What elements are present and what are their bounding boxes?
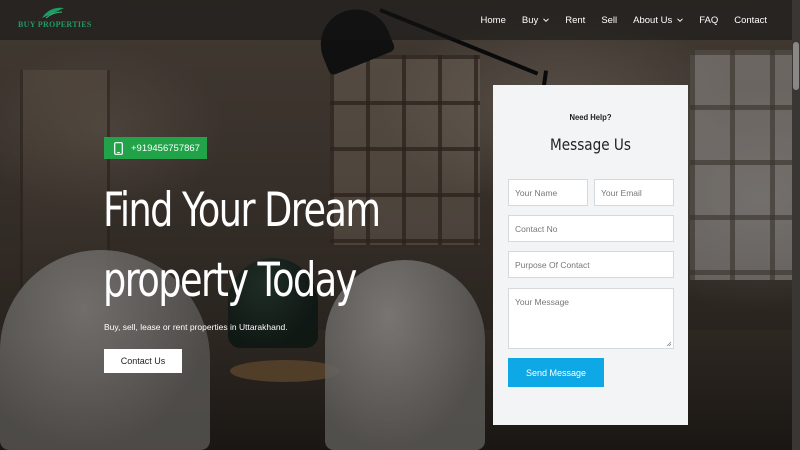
nav-item-sell[interactable]: Sell [593,0,625,40]
contact-number-placeholder: Contact No [515,223,558,234]
site-header: BUY PROPERTIES Home Buy Rent Sell About … [0,0,800,40]
site-logo[interactable]: BUY PROPERTIES [18,6,92,34]
purpose-field-placeholder: Purpose Of Contact [515,259,590,270]
message-form-card: Need Help? Message Us Your Name Your Ema… [493,85,688,425]
purpose-field[interactable]: Purpose Of Contact [508,251,674,278]
contact-us-button[interactable]: Contact Us [104,349,182,373]
mobile-phone-icon [114,141,123,155]
message-textarea-placeholder: Your Message [515,297,570,307]
site-logo-text: BUY PROPERTIES [18,20,92,29]
email-field-placeholder: Your Email [601,187,642,198]
message-textarea[interactable]: Your Message [508,288,674,349]
nav-item-faq[interactable]: FAQ [691,0,726,40]
phone-number-button[interactable]: +919456757867 [104,137,207,159]
main-nav: Home Buy Rent Sell About Us FAQ Contact [473,0,767,40]
nav-item-about-us[interactable]: About Us [625,0,691,40]
nav-item-contact[interactable]: Contact [726,0,767,40]
name-field[interactable]: Your Name [508,179,588,206]
leaf-logo-icon [42,7,64,19]
hero-title-line-1: Find Your Dream [103,183,381,238]
form-title: Message Us [550,135,631,154]
hero-title-line-2: property Today [103,253,357,308]
nav-item-label: About Us [633,14,673,26]
nav-item-label: Home [480,14,506,26]
name-field-placeholder: Your Name [515,187,558,198]
contact-number-field[interactable]: Contact No [508,215,674,242]
nav-item-label: Sell [601,14,618,26]
nav-item-home[interactable]: Home [473,0,514,40]
page-scrollbar[interactable] [792,0,800,450]
nav-item-label: FAQ [699,14,719,26]
resize-handle-icon[interactable] [666,341,672,347]
chevron-down-icon [677,18,684,23]
nav-item-rent[interactable]: Rent [557,0,593,40]
form-eyebrow: Need Help? [569,112,612,122]
nav-item-buy[interactable]: Buy [514,0,557,40]
hero-subtitle: Buy, sell, lease or rent properties in U… [104,322,288,332]
nav-item-label: Buy [521,14,539,26]
scrollbar-thumb[interactable] [793,42,799,90]
hero-title: Find Your Dream property Today [103,176,381,316]
nav-item-label: Rent [565,14,586,26]
send-message-button[interactable]: Send Message [508,358,604,387]
chevron-down-icon [543,18,550,23]
phone-number-text: +919456757867 [131,142,200,154]
email-field[interactable]: Your Email [594,179,674,206]
nav-item-label: Contact [734,14,767,26]
